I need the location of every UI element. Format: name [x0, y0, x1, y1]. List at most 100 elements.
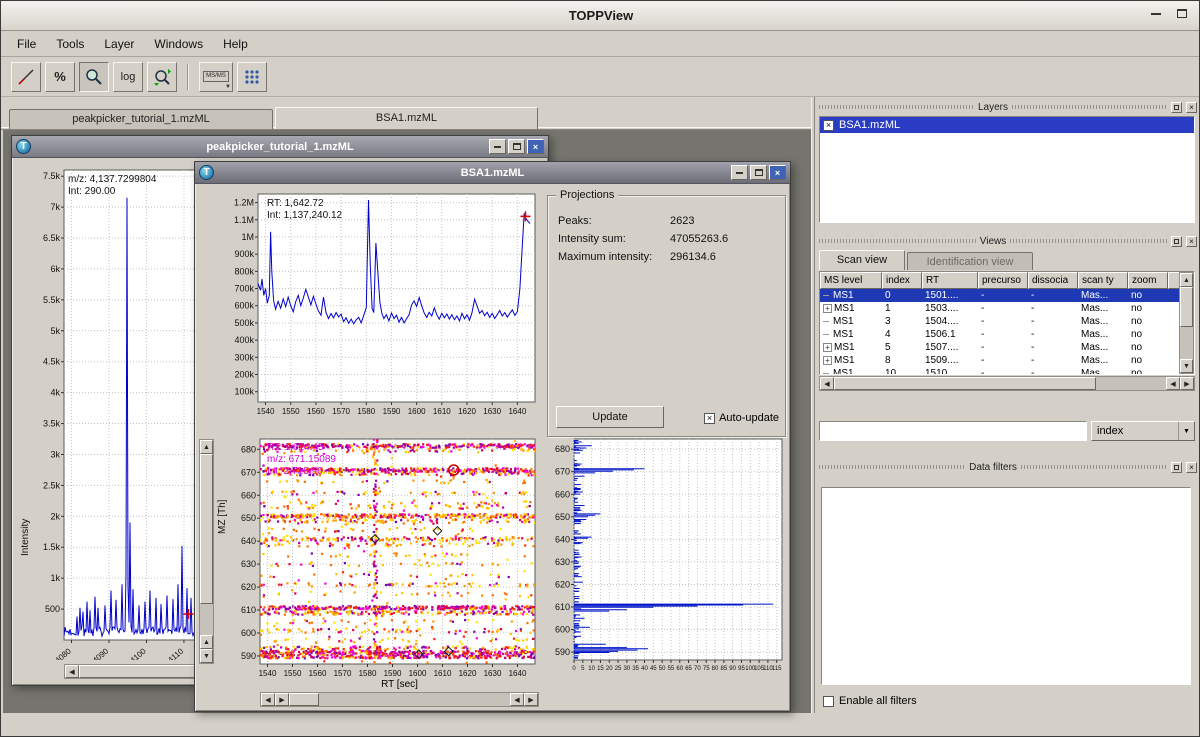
- svg-text:1.2M: 1.2M: [234, 198, 254, 208]
- enable-all-filters-checkbox[interactable]: Enable all filters: [823, 695, 917, 707]
- layers-list[interactable]: ×BSA1.mzML: [819, 116, 1195, 223]
- table-row[interactable]: +MS181509....--Mas...no: [820, 354, 1194, 367]
- scrollbar-thumb[interactable]: [834, 377, 1096, 390]
- scroll-left-button-2[interactable]: ◀: [1166, 377, 1180, 390]
- window-minimize-button[interactable]: [731, 165, 748, 180]
- table-row[interactable]: +MS151507....--Mas...no: [820, 341, 1194, 354]
- chromatogram-plot[interactable]: 1540155015601570158015901600161016201630…: [200, 188, 539, 420]
- msms-view-button[interactable]: MS/MS ▼: [199, 62, 233, 92]
- expander-icon[interactable]: +: [823, 356, 832, 365]
- column-header-zoom[interactable]: zoom: [1128, 272, 1168, 289]
- tab-peakpicker-tutorial-1-mzml[interactable]: peakpicker_tutorial_1.mzML: [9, 109, 273, 129]
- checkbox-icon[interactable]: ×: [704, 413, 715, 424]
- scroll-right-button[interactable]: ▶: [1180, 377, 1194, 390]
- scroll-left-button[interactable]: ◀: [261, 693, 275, 706]
- scroll-right-button-2[interactable]: ▶: [524, 693, 538, 706]
- scrollbar-thumb[interactable]: [1180, 287, 1193, 327]
- window-close-button[interactable]: ×: [527, 139, 544, 154]
- scrollbar-track[interactable]: [1180, 327, 1193, 359]
- percentage-intensity-button[interactable]: %: [45, 62, 75, 92]
- window-bsa1[interactable]: T BSA1.mzML × 15401550156015701580159016…: [194, 161, 791, 712]
- table-row[interactable]: MS1101510....--Mas...no: [820, 367, 1194, 374]
- scrollbar-thumb[interactable]: [79, 665, 199, 678]
- scroll-left-button[interactable]: ◀: [820, 377, 834, 390]
- bsa1-titlebar[interactable]: T BSA1.mzML ×: [195, 162, 790, 184]
- scroll-down-button[interactable]: ▼: [200, 649, 213, 663]
- scrollbar-thumb[interactable]: [200, 454, 213, 604]
- peakpicker-titlebar[interactable]: T peakpicker_tutorial_1.mzML ×: [12, 136, 548, 158]
- spectrum-mode-button[interactable]: [11, 62, 41, 92]
- menu-item-tools[interactable]: Tools: [46, 34, 94, 54]
- table-row[interactable]: +MS111503....--Mas...no: [820, 302, 1194, 315]
- reset-zoom-button[interactable]: [147, 62, 177, 92]
- dock-splitter[interactable]: [811, 97, 815, 713]
- zoom-mode-button[interactable]: [79, 62, 109, 92]
- views-dock-header[interactable]: Views ×: [817, 235, 1199, 247]
- table-vscrollbar[interactable]: ▲▼: [1179, 272, 1194, 374]
- layer-checkbox-icon[interactable]: ×: [823, 120, 834, 131]
- scroll-up-button[interactable]: ▲: [200, 440, 213, 454]
- projections-groupbox: Projections Peaks:2623 Intensity sum:470…: [547, 195, 786, 437]
- expander-icon[interactable]: +: [823, 304, 832, 313]
- log-intensity-button[interactable]: log: [113, 62, 143, 92]
- views-tab-identification-view[interactable]: Identification view: [907, 252, 1033, 270]
- svg-text:4100: 4100: [128, 646, 148, 660]
- menu-item-help[interactable]: Help: [213, 34, 258, 54]
- checkbox-icon[interactable]: [823, 696, 834, 707]
- menu-item-windows[interactable]: Windows: [144, 34, 213, 54]
- expander-icon[interactable]: +: [823, 343, 832, 352]
- scan-table[interactable]: MS levelindexRTprecursodissociascan tyzo…: [819, 271, 1195, 375]
- table-row[interactable]: MS101501....--Mas...no: [820, 289, 1194, 302]
- mz-projection-plot[interactable]: 0510152025303540455055606570758085909510…: [543, 433, 788, 672]
- column-header-precurso[interactable]: precurso: [978, 272, 1028, 289]
- table-row[interactable]: MS141506.1--Mas...no: [820, 328, 1194, 341]
- layers-dock-header[interactable]: Layers ×: [817, 101, 1199, 113]
- views-tab-scan-view[interactable]: Scan view: [819, 250, 905, 270]
- window-maximize-button[interactable]: [508, 139, 525, 154]
- precursor-grid-button[interactable]: [237, 62, 267, 92]
- tab-bsa1-mzml[interactable]: BSA1.mzML: [275, 107, 538, 129]
- table-hscrollbar[interactable]: ◀ ◀ ▶: [819, 376, 1195, 391]
- window-close-button[interactable]: ×: [769, 165, 786, 180]
- dock-float-button[interactable]: [1171, 462, 1182, 473]
- maximize-icon[interactable]: [1177, 9, 1187, 18]
- window-maximize-button[interactable]: [750, 165, 767, 180]
- scroll-up-button[interactable]: ▲: [1180, 273, 1193, 287]
- dock-close-button[interactable]: ×: [1186, 462, 1197, 473]
- update-button[interactable]: Update: [556, 406, 664, 428]
- heatmap-vscrollbar[interactable]: ▲ ▲ ▼: [199, 439, 214, 664]
- scrollbar-thumb[interactable]: [289, 693, 319, 706]
- menu-item-file[interactable]: File: [7, 34, 46, 54]
- menu-item-layer[interactable]: Layer: [94, 34, 144, 54]
- column-header-rt[interactable]: RT: [922, 272, 978, 289]
- column-header-dissocia[interactable]: dissocia: [1028, 272, 1078, 289]
- table-row[interactable]: MS131504....--Mas...no: [820, 315, 1194, 328]
- layer-item[interactable]: ×BSA1.mzML: [820, 117, 1194, 133]
- scan-filter-input[interactable]: [819, 421, 1087, 441]
- datafilters-list[interactable]: [821, 487, 1191, 685]
- autoupdate-checkbox[interactable]: × Auto-update: [704, 412, 779, 424]
- scroll-right-button[interactable]: ▶: [275, 693, 289, 706]
- scrollbar-track[interactable]: [319, 693, 510, 706]
- heatmap-hscrollbar[interactable]: ◀ ▶ ◀ ▶: [260, 692, 539, 707]
- minimize-icon[interactable]: [1151, 13, 1161, 15]
- window-minimize-button[interactable]: [489, 139, 506, 154]
- datafilters-dock-header[interactable]: Data filters ×: [817, 461, 1199, 473]
- column-header-index[interactable]: index: [882, 272, 922, 289]
- column-header-scan-ty[interactable]: scan ty: [1078, 272, 1128, 289]
- combobox-arrow-icon[interactable]: ▼: [1178, 422, 1194, 440]
- scroll-left-button-2[interactable]: ◀: [510, 693, 524, 706]
- scroll-left-button[interactable]: ◀: [65, 665, 79, 678]
- scroll-up-button-2[interactable]: ▲: [200, 635, 213, 649]
- app-titlebar[interactable]: TOPPView: [1, 1, 1200, 31]
- dock-close-button[interactable]: ×: [1186, 102, 1197, 113]
- dock-float-button[interactable]: [1171, 102, 1182, 113]
- column-header-ms-level[interactable]: MS level: [820, 272, 882, 289]
- scrollbar-track[interactable]: [1096, 377, 1166, 390]
- cell: -: [978, 302, 1028, 315]
- dock-close-button[interactable]: ×: [1186, 236, 1197, 247]
- dock-float-button[interactable]: [1171, 236, 1182, 247]
- scrollbar-track[interactable]: [200, 604, 213, 635]
- filter-column-combobox[interactable]: index ▼: [1091, 421, 1195, 441]
- scroll-down-button[interactable]: ▼: [1180, 359, 1193, 373]
